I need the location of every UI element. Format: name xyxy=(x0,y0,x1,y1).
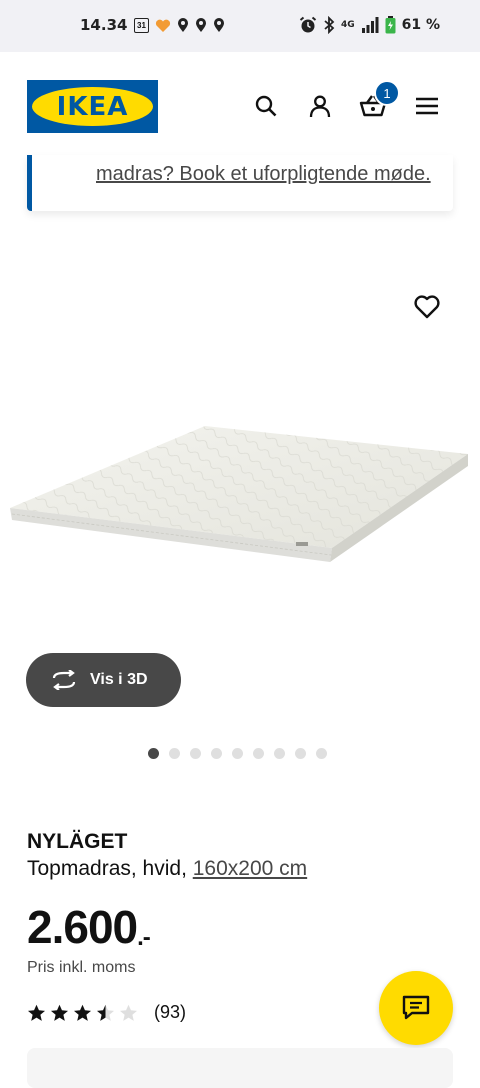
review-count: (93) xyxy=(154,1002,187,1022)
star-icon xyxy=(119,1004,138,1021)
carousel-dot[interactable] xyxy=(148,748,159,759)
product-rating[interactable]: (93) xyxy=(27,1002,186,1023)
wishlist-heart-icon[interactable] xyxy=(410,290,444,324)
star-icon xyxy=(96,1004,115,1021)
chat-icon xyxy=(402,995,430,1020)
star-icon xyxy=(27,1004,46,1021)
logo-text: IKEA xyxy=(56,91,129,122)
view-3d-label: Vis i 3D xyxy=(90,671,148,688)
product-description: Topmadras, hvid, 160x200 cm xyxy=(27,857,307,881)
image-carousel-dots xyxy=(148,748,327,759)
battery-level: 61 % xyxy=(401,17,440,33)
product-type: Topmadras, hvid, xyxy=(27,857,193,880)
carousel-dot[interactable] xyxy=(253,748,264,759)
view-3d-button[interactable]: Vis i 3D xyxy=(26,653,181,707)
product-name: NYLÄGET xyxy=(27,830,128,853)
signal-icon xyxy=(361,17,379,33)
heart-app-icon xyxy=(155,19,171,32)
network-type: 4G xyxy=(340,20,355,30)
status-right-icons: 4G 61 % xyxy=(299,16,440,34)
carousel-dot[interactable] xyxy=(274,748,285,759)
promo-banner: madras? Book et uforpligtende møde. xyxy=(27,155,453,211)
carousel-dot[interactable] xyxy=(169,748,180,759)
star-icon xyxy=(50,1004,69,1021)
menu-icon[interactable] xyxy=(413,92,441,120)
bluetooth-icon xyxy=(324,16,335,34)
product-price: 2.600.- xyxy=(27,900,151,954)
carousel-dot[interactable] xyxy=(295,748,306,759)
status-time: 14.34 xyxy=(80,16,128,34)
rating-stars xyxy=(27,1004,138,1022)
book-meeting-link[interactable]: madras? Book et uforpligtende møde. xyxy=(96,163,431,186)
price-suffix: .- xyxy=(137,924,151,951)
profile-icon[interactable] xyxy=(306,92,334,120)
location-icon xyxy=(196,18,206,32)
status-left-icons: 31 xyxy=(134,18,225,33)
carousel-dot[interactable] xyxy=(232,748,243,759)
rotate-3d-icon xyxy=(52,670,76,690)
star-icon xyxy=(73,1004,92,1021)
battery-icon xyxy=(385,16,396,34)
product-size-link[interactable]: 160x200 cm xyxy=(193,857,307,880)
ikea-logo[interactable]: IKEA xyxy=(27,80,158,133)
carousel-dot[interactable] xyxy=(316,748,327,759)
carousel-dot[interactable] xyxy=(190,748,201,759)
alarm-icon xyxy=(299,16,317,33)
carousel-dot[interactable] xyxy=(211,748,222,759)
price-main: 2.600 xyxy=(27,901,138,953)
cart-count-badge: 1 xyxy=(374,80,400,106)
search-icon[interactable] xyxy=(252,92,280,120)
location-icon xyxy=(178,18,188,32)
info-card xyxy=(27,1048,453,1088)
location-icon xyxy=(214,18,224,32)
site-header: IKEA xyxy=(0,52,480,160)
vat-note: Pris inkl. moms xyxy=(27,959,136,976)
chat-button[interactable] xyxy=(379,971,453,1045)
logo-oval: IKEA xyxy=(32,87,153,126)
status-bar: 14.34 31 4G 61 % xyxy=(0,0,480,52)
calendar-icon: 31 xyxy=(134,18,149,33)
